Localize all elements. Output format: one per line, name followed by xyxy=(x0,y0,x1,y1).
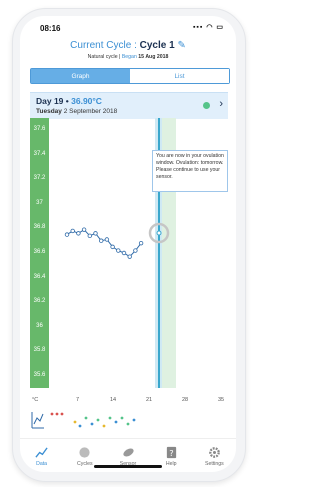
y-axis: 37.6 37.4 37.2 37 36.8 36.6 36.4 36.2 36 35.8 35.6 xyxy=(30,118,49,388)
day-date: Tuesday 2 September 2018 xyxy=(36,108,117,115)
temperature-point[interactable] xyxy=(99,238,104,243)
y-tick-label: 36.4 xyxy=(33,273,46,280)
home-indicator xyxy=(94,465,162,468)
x-tick-7: 7 xyxy=(76,397,80,403)
nav-label-help: Help xyxy=(165,460,177,467)
temperature-point[interactable] xyxy=(121,250,127,256)
nav-label-data: Data xyxy=(36,460,48,467)
y-tick-label: 36.2 xyxy=(33,298,46,305)
temperature-point[interactable] xyxy=(138,240,144,246)
day-summary: Day 19 • 36.90°C Tuesday 2 September 201… xyxy=(30,92,228,119)
x-tick-35: 35 xyxy=(218,397,225,403)
drag-handle-center xyxy=(156,230,162,236)
day-title: Day 19 • 36.90°C xyxy=(36,96,102,106)
circle-icon xyxy=(79,446,90,458)
temperature-point[interactable] xyxy=(87,233,92,239)
ovulation-tooltip: You are now in your ovulation window. Ov… xyxy=(152,150,228,192)
leaf-icon xyxy=(122,448,134,456)
status-time: 08:16 xyxy=(40,24,61,33)
temperature-chart: 37.6 37.4 37.2 37 36.8 36.6 36.4 36.2 36 35.8 35.6… xyxy=(30,118,228,403)
day-weekday: Tuesday xyxy=(36,108,62,115)
mini-overview-svg xyxy=(31,412,136,429)
x-axis: °C 7 14 21 28 35 xyxy=(30,396,228,406)
mini-dots-colored xyxy=(73,416,136,428)
nav-label-cycles: Cycles xyxy=(77,460,93,467)
y-tick-label: 35.8 xyxy=(33,347,46,354)
nav-label-settings: Settings xyxy=(205,460,224,467)
x-tick-28: 28 xyxy=(182,397,189,403)
temperature-point[interactable] xyxy=(93,231,98,236)
nav-data[interactable]: Data xyxy=(20,439,63,472)
began-date: 15 Aug 2018 xyxy=(138,54,169,60)
temperature-point[interactable] xyxy=(81,227,87,232)
y-tick-label: 37.4 xyxy=(33,150,46,157)
fertility-status-dot xyxy=(203,102,210,109)
x-tick-21: 21 xyxy=(146,397,153,403)
chevron-right-icon[interactable]: › xyxy=(219,98,223,110)
day-temperature: 36.90°C xyxy=(71,96,102,106)
y-tick-label: 36.6 xyxy=(33,249,46,255)
question-icon: ? xyxy=(166,446,176,458)
mini-dots-red xyxy=(50,412,64,416)
title-prefix: Current Cycle : xyxy=(70,40,137,51)
temperature-points xyxy=(64,227,144,259)
tab-list[interactable]: List xyxy=(130,69,229,83)
svg-text:?: ? xyxy=(169,447,173,457)
y-tick-label: 36.8 xyxy=(33,224,46,231)
temperature-point[interactable] xyxy=(133,248,138,253)
day-date-value: 2 September 2018 xyxy=(63,108,118,115)
cycle-type: Natural cycle xyxy=(87,54,118,60)
y-tick-label: 37.6 xyxy=(33,126,46,133)
x-tick-14: 14 xyxy=(110,397,117,403)
app-screen: 08:16 ▪▪▪ ◠ ▭ Current Cycle : Cycle 1 ✎ … xyxy=(20,16,236,472)
temperature-point[interactable] xyxy=(110,244,115,250)
status-icons: ▪▪▪ ◠ ▭ xyxy=(192,24,224,31)
edit-icon[interactable]: ✎ xyxy=(177,40,185,51)
cycle-title: Current Cycle : Cycle 1 ✎ xyxy=(20,40,236,51)
temperature-point[interactable] xyxy=(70,228,75,234)
temperature-point[interactable] xyxy=(76,231,81,236)
gear-icon xyxy=(209,446,220,458)
y-tick-label: 36 xyxy=(36,322,43,329)
cycle-name[interactable]: Cycle 1 xyxy=(140,40,175,51)
mini-chart-icon xyxy=(31,412,44,429)
y-tick-label: 37.2 xyxy=(33,175,46,182)
temperature-point[interactable] xyxy=(127,254,132,259)
y-tick-label: 37 xyxy=(36,199,43,206)
day-label: Day 19 • xyxy=(36,96,69,106)
view-tabs: Graph List xyxy=(30,68,230,84)
x-axis-unit: °C xyxy=(32,397,39,403)
began-label: Began xyxy=(121,54,137,60)
status-bar: 08:16 ▪▪▪ ◠ ▭ xyxy=(20,16,236,38)
chart-icon xyxy=(35,446,48,458)
nav-settings[interactable]: Settings xyxy=(193,439,236,472)
temperature-point[interactable] xyxy=(116,248,121,253)
temperature-point[interactable] xyxy=(104,237,110,242)
mini-overview[interactable] xyxy=(30,408,228,432)
cycle-subtitle: Natural cycle | Began 15 Aug 2018 xyxy=(87,54,169,60)
tab-graph[interactable]: Graph xyxy=(31,69,130,83)
y-tick-label: 35.6 xyxy=(33,371,46,378)
temperature-point[interactable] xyxy=(64,232,70,237)
